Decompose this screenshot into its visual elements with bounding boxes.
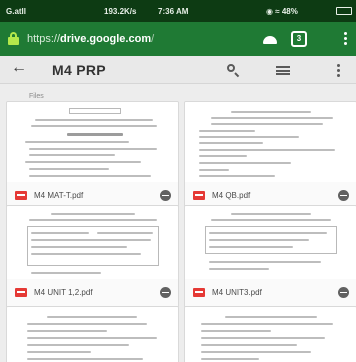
status-bar: G.atll 193.2K/s 7:36 AM ◉ ≈ 48%: [0, 0, 356, 22]
file-name: M4 UNIT3.pdf: [212, 288, 262, 297]
file-thumbnail: [185, 206, 356, 281]
file-name: M4 UNIT 1,2.pdf: [34, 288, 93, 297]
file-name: M4 QB.pdf: [212, 191, 251, 200]
file-info-icon[interactable]: [160, 190, 171, 201]
file-info-icon[interactable]: [338, 287, 349, 298]
url-tail: /: [151, 33, 155, 45]
browser-menu-icon[interactable]: [344, 32, 347, 46]
lock-icon: [8, 32, 19, 45]
signal-indicator: G.atll: [6, 7, 27, 16]
pdf-icon: [15, 288, 27, 297]
url-prefix: https://: [27, 33, 61, 45]
list-view-icon[interactable]: [276, 66, 290, 75]
home-icon[interactable]: [263, 36, 277, 44]
tabs-icon[interactable]: 3: [291, 31, 307, 47]
page-title: M4 PRP: [52, 62, 106, 78]
network-speed: 193.2K/s: [104, 7, 137, 16]
file-card[interactable]: M4 UNIT 1,2.pdf: [6, 205, 179, 308]
file-thumbnail: [185, 102, 356, 184]
file-card-footer: M4 UNIT3.pdf: [185, 279, 356, 307]
file-card[interactable]: [184, 306, 356, 362]
url-domain: drive.google.com: [60, 33, 152, 45]
pdf-icon: [193, 288, 205, 297]
more-vert-icon[interactable]: [337, 64, 340, 78]
file-card-footer: M4 UNIT 1,2.pdf: [7, 279, 178, 307]
file-info-icon[interactable]: [160, 287, 171, 298]
app-bar: ← M4 PRP: [0, 56, 356, 84]
file-card[interactable]: [6, 306, 179, 362]
pdf-icon: [193, 191, 205, 200]
file-info-icon[interactable]: [338, 190, 349, 201]
clock: 7:36 AM: [158, 7, 189, 16]
pdf-icon: [15, 191, 27, 200]
back-arrow-icon[interactable]: ←: [11, 59, 27, 77]
status-icons: ◉ ≈ 48%: [266, 7, 298, 16]
search-icon[interactable]: [227, 64, 240, 78]
file-thumbnail: [185, 307, 356, 362]
file-name: M4 MAT-T.pdf: [34, 191, 84, 200]
file-card[interactable]: M4 QB.pdf: [184, 101, 356, 211]
file-card[interactable]: M4 UNIT3.pdf: [184, 205, 356, 308]
file-card[interactable]: M4 MAT-T.pdf: [6, 101, 179, 211]
file-thumbnail: [7, 206, 178, 281]
browser-toolbar: https://drive.google.com/ 3: [0, 22, 356, 56]
file-thumbnail: [7, 307, 178, 362]
battery-icon: [336, 7, 352, 15]
section-label: Files: [29, 93, 44, 100]
url-field[interactable]: https://drive.google.com/: [27, 33, 154, 45]
file-thumbnail: [7, 102, 178, 184]
